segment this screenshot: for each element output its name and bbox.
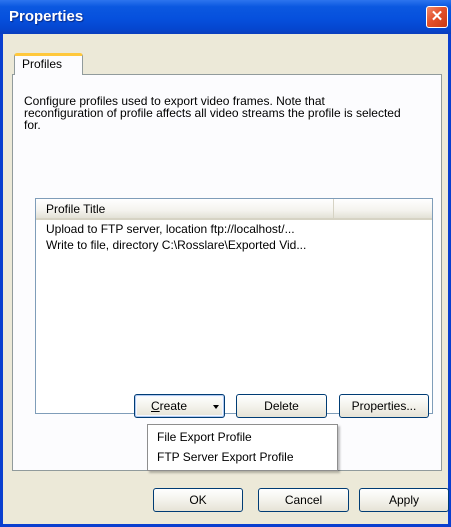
properties-button[interactable]: Properties... [339, 394, 429, 418]
delete-button[interactable]: Delete [236, 394, 327, 418]
list-item-label: Write to file, directory C:\Rosslare\Exp… [46, 238, 307, 252]
close-button[interactable]: ✕ [426, 6, 448, 28]
column-header-profile-title[interactable]: Profile Title [36, 199, 334, 218]
apply-button[interactable]: Apply [359, 488, 449, 512]
menu-item-ftp-server-export-profile[interactable]: FTP Server Export Profile [157, 448, 332, 466]
create-button-label: Create [151, 395, 187, 417]
list-header: Profile Title [36, 199, 432, 220]
list-item[interactable]: Write to file, directory C:\Rosslare\Exp… [44, 237, 344, 253]
tab-profiles-label: Profiles [22, 57, 63, 71]
cancel-button[interactable]: Cancel [258, 488, 349, 512]
profiles-list[interactable]: Profile Title Upload to FTP server, loca… [35, 198, 433, 414]
create-dropdown-button[interactable]: Create [134, 394, 225, 418]
create-mnemonic: C [151, 399, 160, 413]
window-title: Properties [9, 8, 84, 25]
menu-item-file-export-profile[interactable]: File Export Profile [157, 428, 332, 446]
create-dropdown-menu: File Export Profile FTP Server Export Pr… [147, 424, 338, 471]
ok-button[interactable]: OK [153, 488, 243, 512]
dropdown-arrow-icon[interactable] [213, 405, 219, 409]
list-item-label: Upload to FTP server, location ftp://loc… [46, 222, 295, 236]
title-bar[interactable]: Properties ✕ [0, 0, 451, 34]
column-header-label: Profile Title [46, 202, 106, 216]
properties-window: Properties ✕ Profiles Configure profiles… [0, 0, 451, 527]
list-item[interactable]: Upload to FTP server, location ftp://loc… [44, 221, 344, 237]
create-label-rest: reate [159, 399, 188, 413]
close-icon: ✕ [430, 8, 444, 25]
tab-profiles[interactable]: Profiles [14, 53, 83, 75]
profiles-description: Configure profiles used to export video … [24, 94, 401, 132]
